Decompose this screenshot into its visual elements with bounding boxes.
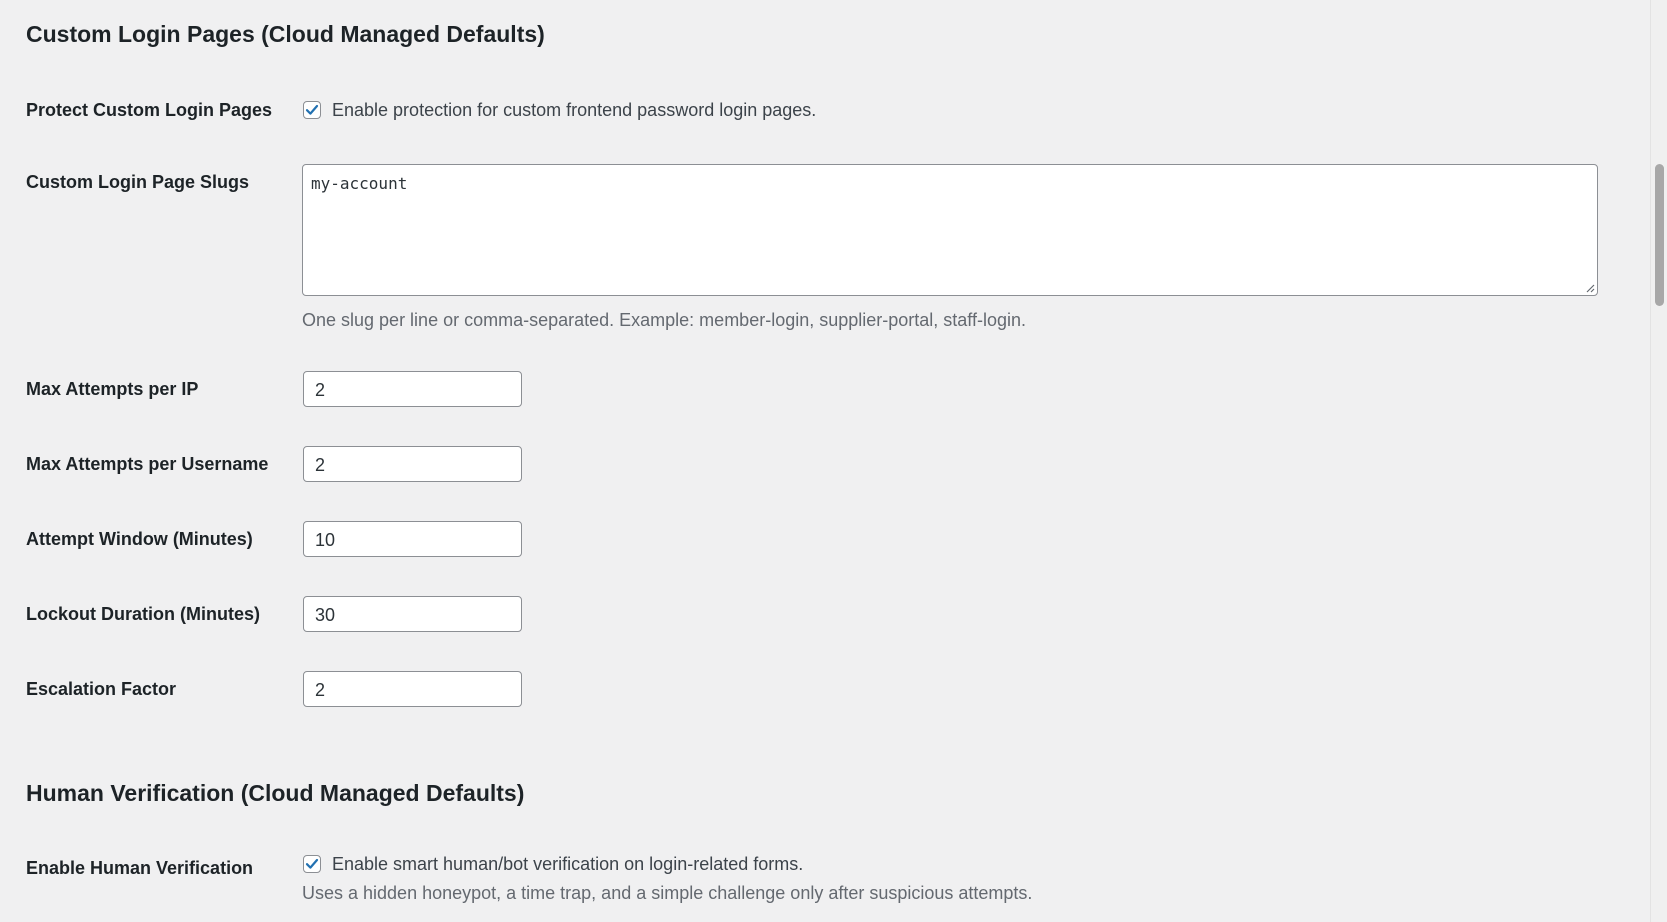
- checkmark-icon: [305, 858, 319, 869]
- lockout-duration-input[interactable]: 30: [303, 596, 522, 632]
- scrollbar-thumb[interactable]: [1655, 164, 1664, 306]
- protect-custom-login-checkbox-label[interactable]: Enable protection for custom frontend pa…: [332, 98, 816, 122]
- max-attempts-username-input[interactable]: 2: [303, 446, 522, 482]
- protect-custom-login-checkbox[interactable]: [303, 101, 321, 119]
- attempt-window-input[interactable]: 10: [303, 521, 522, 557]
- custom-login-slugs-value: my-account: [311, 174, 408, 193]
- custom-login-slugs-description: One slug per line or comma-separated. Ex…: [302, 310, 1026, 330]
- resize-grip-icon[interactable]: [1585, 283, 1595, 293]
- max-attempts-ip-input[interactable]: 2: [303, 371, 522, 407]
- enable-human-verification-label: Enable Human Verification: [26, 858, 254, 878]
- max-attempts-ip-label: Max Attempts per IP: [26, 379, 199, 399]
- protect-custom-login-label: Protect Custom Login Pages: [26, 100, 273, 120]
- lockout-duration-label: Lockout Duration (Minutes): [26, 604, 260, 624]
- escalation-factor-input[interactable]: 2: [303, 671, 522, 707]
- human-verification-section-title: Human Verification (Cloud Managed Defaul…: [26, 780, 525, 806]
- custom-login-section-title: Custom Login Pages (Cloud Managed Defaul…: [26, 21, 545, 47]
- escalation-factor-label: Escalation Factor: [26, 679, 177, 699]
- page-scrollbar[interactable]: [1650, 0, 1667, 922]
- custom-login-slugs-textarea[interactable]: my-account: [302, 164, 1598, 296]
- attempt-window-label: Attempt Window (Minutes): [26, 529, 253, 549]
- max-attempts-username-label: Max Attempts per Username: [26, 454, 269, 474]
- settings-page: Custom Login Pages (Cloud Managed Defaul…: [0, 0, 1650, 922]
- enable-human-verification-checkbox[interactable]: [303, 855, 321, 873]
- custom-login-slugs-label: Custom Login Page Slugs: [26, 172, 250, 192]
- checkmark-icon: [305, 104, 319, 115]
- human-verification-description: Uses a hidden honeypot, a time trap, and…: [302, 883, 1033, 903]
- enable-human-verification-checkbox-label[interactable]: Enable smart human/bot verification on l…: [332, 852, 803, 876]
